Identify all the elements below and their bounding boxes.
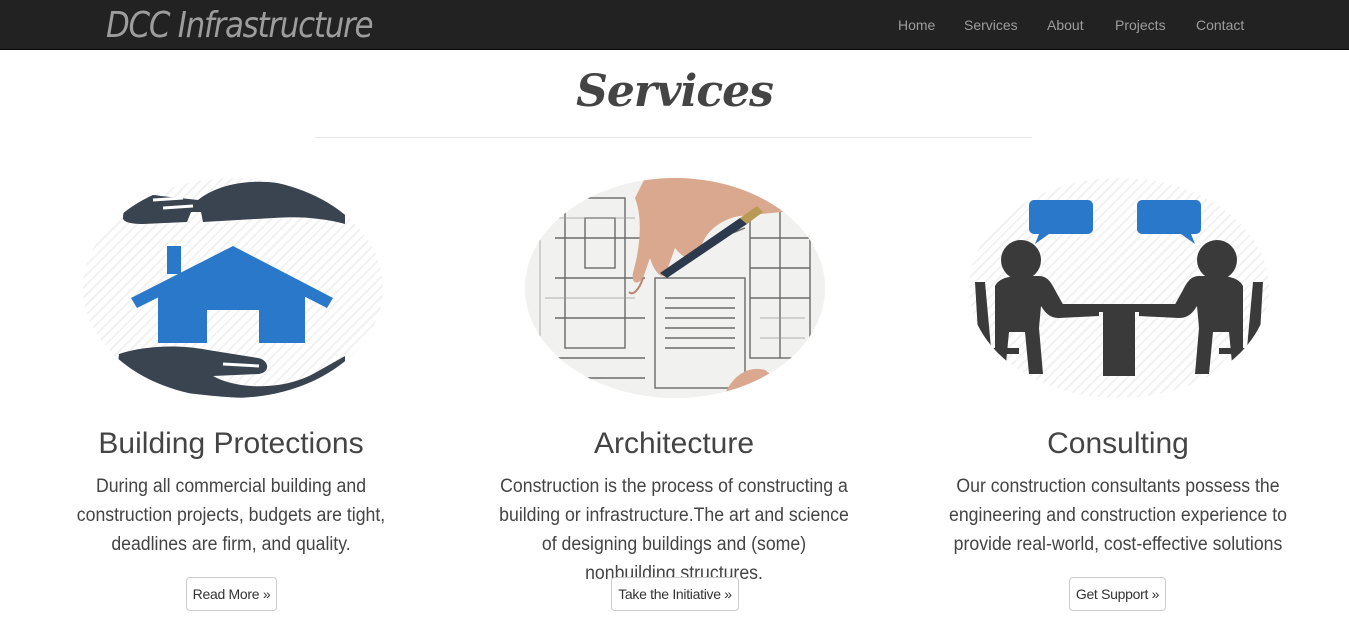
service-description: During all commercial building and const… (76, 476, 386, 555)
house-in-hands-icon (83, 178, 383, 398)
service-card-consulting: Consulting Our construction consultants … (928, 0, 1308, 632)
take-the-initiative-button[interactable]: Take the Initiative » (611, 577, 739, 611)
service-title: Consulting (1047, 427, 1189, 460)
service-description: Construction is the process of construct… (499, 476, 849, 584)
consulting-meeting-icon (969, 178, 1269, 398)
get-support-button[interactable]: Get Support » (1069, 577, 1166, 611)
service-title: Architecture (593, 427, 755, 460)
service-card-building-protections: Building Protections During all commerci… (41, 0, 421, 632)
service-description: Our construction consultants possess the… (949, 476, 1287, 555)
blueprint-photo (525, 178, 825, 398)
service-card-architecture: Architecture Construction is the process… (484, 0, 864, 632)
service-title: Building Protections (98, 427, 364, 460)
read-more-button[interactable]: Read More » (186, 577, 277, 611)
